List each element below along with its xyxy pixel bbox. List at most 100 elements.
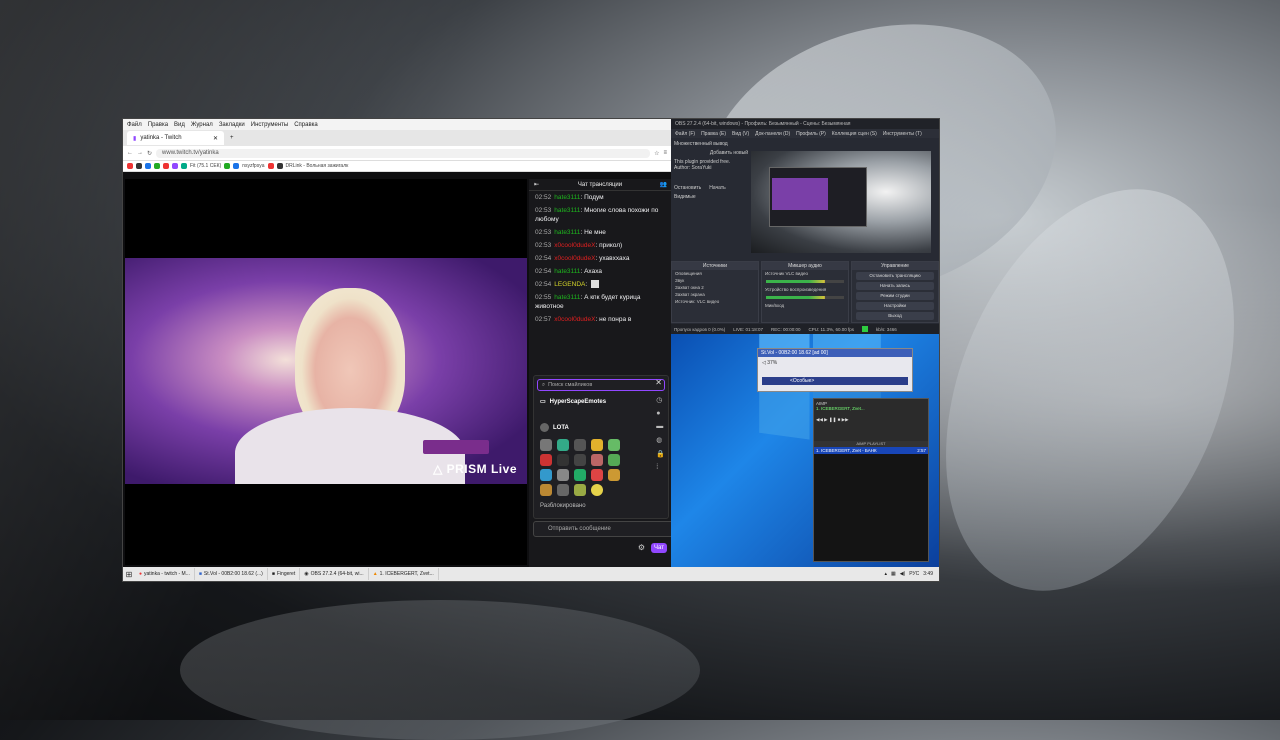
menu-tools[interactable]: Инструменты: [251, 122, 288, 128]
taskbar-item[interactable]: ◉ OBS 27.2.4 (64-bit, wi...: [300, 568, 369, 580]
back-icon[interactable]: ←: [127, 150, 133, 156]
taskbar-item[interactable]: ■ Fingeret: [268, 568, 301, 580]
network-icon[interactable]: ▦: [891, 571, 896, 577]
chat-send-button[interactable]: Чат: [651, 543, 667, 553]
emote[interactable]: [591, 454, 603, 466]
language-indicator[interactable]: РУС: [909, 571, 919, 577]
emote[interactable]: [574, 454, 586, 466]
bookmark-icon[interactable]: [127, 163, 133, 169]
bookmark-icon[interactable]: [181, 163, 187, 169]
bookmark-icon[interactable]: [163, 163, 169, 169]
source-item[interactable]: Захват экрана: [672, 291, 758, 298]
menu-bookmarks[interactable]: Закладки: [219, 122, 245, 128]
taskbar-item[interactable]: ▲ 1. ICEBERGERT, Zvet...: [369, 568, 439, 580]
clock[interactable]: 3:49: [923, 571, 933, 577]
bookmark-icon[interactable]: [145, 163, 151, 169]
emote[interactable]: [540, 469, 552, 481]
obs-menu-docks[interactable]: Док-панели (D): [755, 131, 790, 137]
channel-emotes-icon[interactable]: ●: [656, 410, 665, 417]
lock-icon[interactable]: 🔒: [656, 450, 665, 458]
bookmark-icon[interactable]: [233, 163, 240, 169]
start-recording-button[interactable]: Начать запись: [856, 282, 934, 290]
emote[interactable]: [608, 469, 620, 481]
obs-menu-edit[interactable]: Правка (E): [701, 131, 726, 137]
menu-edit[interactable]: Правка: [148, 122, 168, 128]
gear-icon[interactable]: ⚙: [638, 543, 645, 552]
emote[interactable]: [540, 454, 552, 466]
menu-view[interactable]: Вид: [174, 122, 185, 128]
add-target-button[interactable]: Добавить новый: [674, 150, 748, 156]
obs-preview[interactable]: [751, 151, 931, 253]
aimp-controls[interactable]: ◀◀ ▶ ❚❚ ■ ▶▶: [816, 417, 926, 423]
forward-icon[interactable]: →: [137, 150, 143, 156]
bookmark-link[interactable]: Fit (75.1 СЕК): [190, 163, 221, 169]
users-icon[interactable]: 👥: [660, 181, 667, 188]
emote[interactable]: [557, 439, 569, 451]
menu-history[interactable]: Журнал: [191, 122, 213, 128]
emote[interactable]: [540, 439, 552, 451]
emote[interactable]: [608, 439, 620, 451]
studio-mode-button[interactable]: Режим студии: [856, 292, 934, 300]
bookmark-link[interactable]: DRLink - Вольная зажигалк: [286, 163, 349, 169]
taskbar-item[interactable]: ■ St.Vol - 00B2:00 18.62 (...): [195, 568, 268, 580]
source-item[interactable]: Звук: [672, 277, 758, 284]
obs-menu-scenes[interactable]: Коллекция сцен (S): [832, 131, 877, 137]
taskbar-item[interactable]: ● yatinka - twitch - M...: [135, 568, 195, 580]
bookmark-icon[interactable]: [154, 163, 160, 169]
grid-icon[interactable]: ⁞: [656, 464, 665, 471]
start-button[interactable]: Начать: [709, 185, 725, 191]
volume-meter[interactable]: [766, 296, 844, 299]
bookmark-icon[interactable]: [224, 163, 231, 169]
clock-icon[interactable]: ◷: [656, 396, 665, 404]
exit-button[interactable]: Выход: [856, 312, 934, 320]
emote[interactable]: [540, 484, 552, 496]
emote[interactable]: [557, 484, 569, 496]
emote[interactable]: [591, 439, 603, 451]
tab-twitch[interactable]: ▮ yatinka - Twitch ✕: [127, 131, 224, 145]
stop-button[interactable]: Остановить: [674, 185, 701, 191]
new-tab-icon[interactable]: +: [230, 135, 234, 141]
obs-menu-profile[interactable]: Профиль (P): [796, 131, 826, 137]
obs-menu-file[interactable]: Файл (F): [675, 131, 695, 137]
source-item[interactable]: Захват окна 2: [672, 284, 758, 291]
emote[interactable]: [574, 469, 586, 481]
volume-meter[interactable]: [766, 280, 844, 283]
stvol-window[interactable]: St.Vol - 00B2:00 18.62 [ad 00] ◁ 37% <Ос…: [757, 348, 913, 392]
star-icon[interactable]: ☆: [654, 150, 659, 157]
stvol-preset[interactable]: <Особые>: [762, 377, 908, 385]
globe-icon[interactable]: ◍: [656, 436, 665, 444]
close-icon[interactable]: ✕: [655, 378, 662, 387]
emote[interactable]: [591, 469, 603, 481]
close-tab-icon[interactable]: ✕: [213, 135, 218, 142]
menu-file[interactable]: Файл: [127, 122, 142, 128]
speaker-icon[interactable]: ◀): [900, 571, 906, 577]
chat-message-input[interactable]: Отправить сообщение: [533, 521, 683, 537]
stop-streaming-button[interactable]: Остановить трансляцию: [856, 272, 934, 280]
bookmark-link[interactable]: nsyzfpsya: [242, 163, 264, 169]
list-icon[interactable]: ▬: [656, 423, 665, 430]
menu-icon[interactable]: ≡: [663, 150, 667, 156]
settings-button[interactable]: Настройки: [856, 302, 934, 310]
emote-search-input[interactable]: ⌕ Поиск смайликов: [537, 379, 665, 391]
playlist-item[interactable]: 1. ICEBERGERT, Zvet - БАНК 2:57: [814, 447, 928, 454]
menu-help[interactable]: Справка: [294, 122, 318, 128]
bookmark-icon[interactable]: [172, 163, 178, 169]
emote[interactable]: [557, 469, 569, 481]
bookmark-icon[interactable]: [136, 163, 142, 169]
obs-menu-view[interactable]: Вид (V): [732, 131, 749, 137]
source-item[interactable]: Оповещения: [672, 270, 758, 277]
obs-menu-tools[interactable]: Инструменты (T): [883, 131, 922, 137]
tray-icon[interactable]: ▴: [884, 571, 887, 577]
emote[interactable]: [608, 454, 620, 466]
bookmark-icon[interactable]: [276, 163, 283, 169]
start-icon[interactable]: ⊞: [123, 570, 135, 579]
video-player[interactable]: △ PRISM Live: [125, 179, 527, 565]
bookmark-icon[interactable]: [267, 163, 274, 169]
address-input[interactable]: www.twitch.tv/yatinka: [156, 148, 651, 158]
collapse-chat-icon[interactable]: ⇤: [534, 181, 539, 188]
emote[interactable]: [591, 484, 603, 496]
reload-icon[interactable]: ↻: [147, 150, 152, 157]
emote[interactable]: [574, 439, 586, 451]
emote[interactable]: [557, 454, 569, 466]
source-item[interactable]: Источник: VLC видео: [672, 298, 758, 305]
